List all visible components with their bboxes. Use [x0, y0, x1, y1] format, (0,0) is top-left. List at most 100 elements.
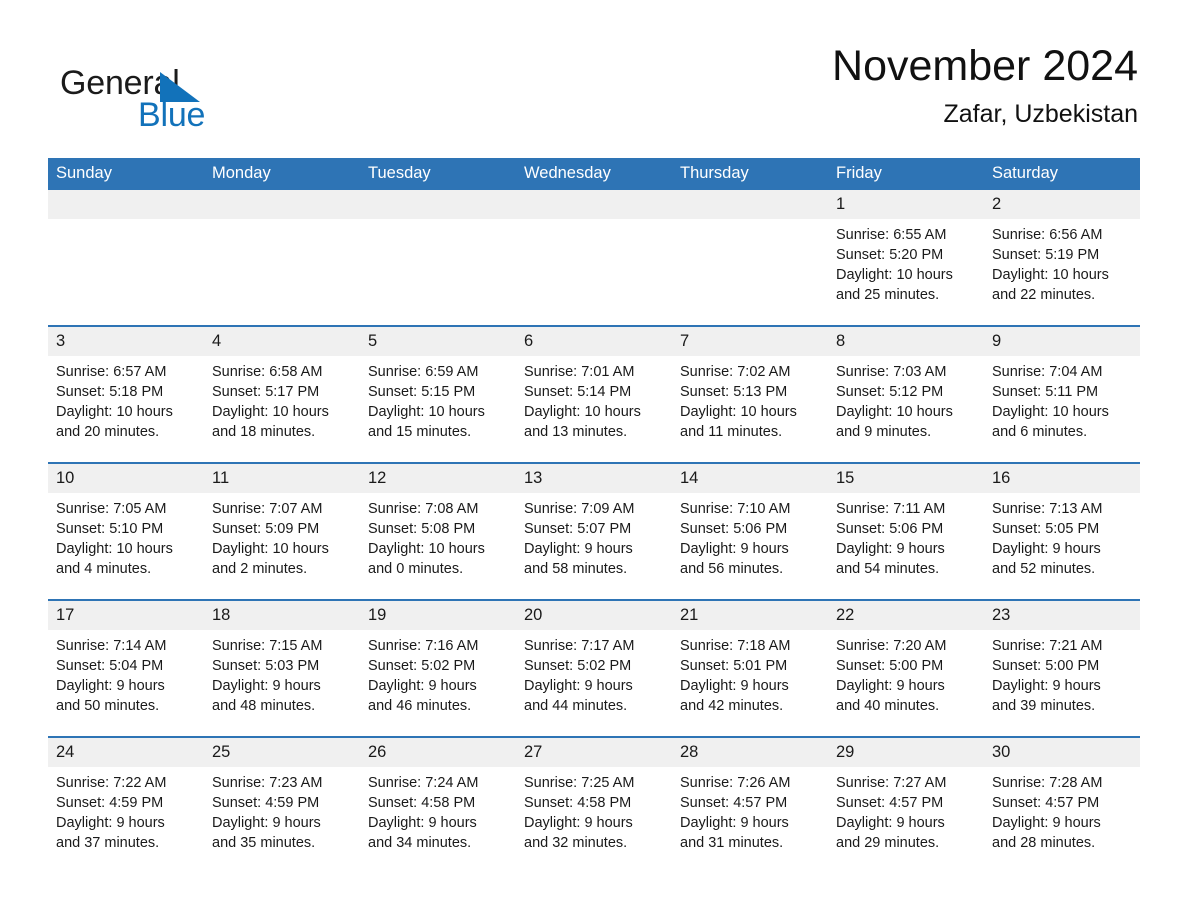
daylight-duration-line1: Daylight: 9 hours — [992, 678, 1101, 694]
calendar-day-cell[interactable]: 3 Sunrise: 6:57 AM Sunset: 5:18 PM Daylight… — [48, 325, 204, 463]
calendar-day-cell[interactable]: 21 Sunrise: 7:18 AM Sunset: 5:01 PM Dayligh… — [672, 599, 828, 737]
daylight-duration-line1: Daylight: 10 hours — [56, 404, 173, 420]
calendar-day-cell[interactable]: 4 Sunrise: 6:58 AM Sunset: 5:17 PM Daylight… — [204, 325, 360, 463]
sunset-time: Sunset: 5:19 PM — [992, 247, 1100, 263]
day-number: 10 — [48, 464, 204, 493]
daylight-duration-line2: and 20 minutes. — [56, 424, 160, 440]
sunset-time: Sunset: 5:13 PM — [680, 384, 788, 400]
day-number: 1 — [828, 190, 984, 219]
calendar-day-cell[interactable]: 9 Sunrise: 7:04 AM Sunset: 5:11 PM Daylight… — [984, 325, 1140, 463]
calendar-day-cell[interactable]: 24 Sunrise: 7:22 AM Sunset: 4:59 PM Dayligh… — [48, 736, 204, 873]
day-number: 17 — [48, 601, 204, 630]
daylight-duration-line2: and 9 minutes. — [836, 424, 932, 440]
day-details: Sunrise: 7:25 AM Sunset: 4:58 PM Daylight:… — [516, 767, 672, 853]
calendar-day-cell[interactable]: 10 Sunrise: 7:05 AM Sunset: 5:10 PM Dayligh… — [48, 462, 204, 600]
daylight-duration-line2: and 13 minutes. — [524, 424, 628, 440]
calendar-day-cell[interactable]: 12 Sunrise: 7:08 AM Sunset: 5:08 PM Dayligh… — [360, 462, 516, 600]
daylight-duration-line1: Daylight: 10 hours — [212, 541, 329, 557]
calendar-day-cell[interactable]: 22 Sunrise: 7:20 AM Sunset: 5:00 PM Dayligh… — [828, 599, 984, 737]
day-number: 20 — [516, 601, 672, 630]
sunset-time: Sunset: 5:15 PM — [368, 384, 476, 400]
daylight-duration-line2: and 4 minutes. — [56, 561, 152, 577]
calendar-day-cell[interactable]: 28 Sunrise: 7:26 AM Sunset: 4:57 PM Dayligh… — [672, 736, 828, 873]
calendar-day-cell[interactable]: 15 Sunrise: 7:11 AM Sunset: 5:06 PM Dayligh… — [828, 462, 984, 600]
daylight-duration-line2: and 44 minutes. — [524, 698, 628, 714]
calendar-day-cell[interactable]: 23 Sunrise: 7:21 AM Sunset: 5:00 PM Dayligh… — [984, 599, 1140, 737]
sunrise-sunset-calendar: Sunday Monday Tuesday Wednesday Thursday… — [48, 158, 1140, 873]
daylight-duration-line1: Daylight: 9 hours — [680, 541, 789, 557]
day-number: 22 — [828, 601, 984, 630]
sunrise-time: Sunrise: 7:26 AM — [680, 775, 791, 791]
calendar-day-cell[interactable]: 30 Sunrise: 7:28 AM Sunset: 4:57 PM Dayligh… — [984, 736, 1140, 873]
calendar-day-cell[interactable]: 6 Sunrise: 7:01 AM Sunset: 5:14 PM Daylight… — [516, 325, 672, 463]
calendar-week-row: 10 Sunrise: 7:05 AM Sunset: 5:10 PM Dayligh… — [48, 462, 1140, 600]
calendar-day-cell[interactable]: 13 Sunrise: 7:09 AM Sunset: 5:07 PM Dayligh… — [516, 462, 672, 600]
daylight-duration-line2: and 39 minutes. — [992, 698, 1096, 714]
daylight-duration-line2: and 54 minutes. — [836, 561, 940, 577]
calendar-day-cell[interactable]: 5 Sunrise: 6:59 AM Sunset: 5:15 PM Daylight… — [360, 325, 516, 463]
sunrise-time: Sunrise: 7:28 AM — [992, 775, 1103, 791]
calendar-day-cell-empty — [516, 190, 672, 326]
calendar-day-cell[interactable]: 14 Sunrise: 7:10 AM Sunset: 5:06 PM Dayligh… — [672, 462, 828, 600]
calendar-day-cell-empty — [204, 190, 360, 326]
day-details: Sunrise: 7:27 AM Sunset: 4:57 PM Daylight:… — [828, 767, 984, 853]
sunset-time: Sunset: 5:18 PM — [56, 384, 164, 400]
calendar-day-cell[interactable]: 29 Sunrise: 7:27 AM Sunset: 4:57 PM Dayligh… — [828, 736, 984, 873]
day-details: Sunrise: 7:22 AM Sunset: 4:59 PM Daylight:… — [48, 767, 204, 853]
daylight-duration-line1: Daylight: 10 hours — [524, 404, 641, 420]
sunset-time: Sunset: 5:02 PM — [368, 658, 476, 674]
day-details: Sunrise: 7:05 AM Sunset: 5:10 PM Daylight:… — [48, 493, 204, 579]
location-subtitle: Zafar, Uzbekistan — [943, 100, 1138, 128]
daylight-duration-line2: and 50 minutes. — [56, 698, 160, 714]
calendar-week-row: 24 Sunrise: 7:22 AM Sunset: 4:59 PM Dayligh… — [48, 736, 1140, 873]
daylight-duration-line1: Daylight: 9 hours — [368, 678, 477, 694]
day-number: 19 — [360, 601, 516, 630]
day-number: 24 — [48, 738, 204, 767]
calendar-day-cell[interactable]: 17 Sunrise: 7:14 AM Sunset: 5:04 PM Dayligh… — [48, 599, 204, 737]
calendar-week-row: 17 Sunrise: 7:14 AM Sunset: 5:04 PM Dayligh… — [48, 599, 1140, 737]
calendar-day-cell[interactable]: 27 Sunrise: 7:25 AM Sunset: 4:58 PM Dayligh… — [516, 736, 672, 873]
daylight-duration-line1: Daylight: 10 hours — [368, 541, 485, 557]
day-details: Sunrise: 7:24 AM Sunset: 4:58 PM Daylight:… — [360, 767, 516, 853]
day-details: Sunrise: 7:13 AM Sunset: 5:05 PM Daylight:… — [984, 493, 1140, 579]
daylight-duration-line2: and 35 minutes. — [212, 835, 316, 851]
day-number: 9 — [984, 327, 1140, 356]
sunset-time: Sunset: 4:57 PM — [992, 795, 1100, 811]
day-number: 2 — [984, 190, 1140, 219]
calendar-day-cell[interactable]: 26 Sunrise: 7:24 AM Sunset: 4:58 PM Dayligh… — [360, 736, 516, 873]
weekday-header-wednesday: Wednesday — [516, 158, 672, 190]
calendar-day-cell[interactable]: 19 Sunrise: 7:16 AM Sunset: 5:02 PM Dayligh… — [360, 599, 516, 737]
calendar-day-cell[interactable]: 18 Sunrise: 7:15 AM Sunset: 5:03 PM Dayligh… — [204, 599, 360, 737]
sunrise-time: Sunrise: 7:25 AM — [524, 775, 635, 791]
daylight-duration-line1: Daylight: 9 hours — [56, 678, 165, 694]
sunrise-time: Sunrise: 7:02 AM — [680, 364, 791, 380]
calendar-week-row: 1 Sunrise: 6:55 AM Sunset: 5:20 PM Daylight… — [48, 190, 1140, 326]
calendar-day-cell[interactable]: 16 Sunrise: 7:13 AM Sunset: 5:05 PM Dayligh… — [984, 462, 1140, 600]
day-number: 12 — [360, 464, 516, 493]
sunset-time: Sunset: 4:59 PM — [56, 795, 164, 811]
calendar-day-cell[interactable]: 1 Sunrise: 6:55 AM Sunset: 5:20 PM Daylight… — [828, 190, 984, 326]
calendar-day-cell[interactable]: 11 Sunrise: 7:07 AM Sunset: 5:09 PM Dayligh… — [204, 462, 360, 600]
sunrise-time: Sunrise: 7:24 AM — [368, 775, 479, 791]
calendar-day-cell[interactable]: 25 Sunrise: 7:23 AM Sunset: 4:59 PM Dayligh… — [204, 736, 360, 873]
sunrise-time: Sunrise: 6:59 AM — [368, 364, 479, 380]
sunset-time: Sunset: 5:06 PM — [836, 521, 944, 537]
sunset-time: Sunset: 5:00 PM — [836, 658, 944, 674]
generalblue-logo[interactable]: General Blue — [60, 54, 290, 134]
sunrise-time: Sunrise: 7:17 AM — [524, 638, 635, 654]
calendar-day-cell[interactable]: 7 Sunrise: 7:02 AM Sunset: 5:13 PM Daylight… — [672, 325, 828, 463]
day-number — [48, 190, 204, 219]
day-details: Sunrise: 7:02 AM Sunset: 5:13 PM Daylight:… — [672, 356, 828, 442]
calendar-day-cell[interactable]: 20 Sunrise: 7:17 AM Sunset: 5:02 PM Dayligh… — [516, 599, 672, 737]
calendar-day-cell[interactable]: 8 Sunrise: 7:03 AM Sunset: 5:12 PM Daylight… — [828, 325, 984, 463]
daylight-duration-line2: and 18 minutes. — [212, 424, 316, 440]
day-number: 4 — [204, 327, 360, 356]
page-title: November 2024 — [832, 42, 1138, 90]
calendar-day-cell[interactable]: 2 Sunrise: 6:56 AM Sunset: 5:19 PM Daylight… — [984, 190, 1140, 326]
day-details: Sunrise: 6:56 AM Sunset: 5:19 PM Daylight:… — [984, 219, 1140, 305]
sunrise-time: Sunrise: 7:08 AM — [368, 501, 479, 517]
day-details: Sunrise: 7:09 AM Sunset: 5:07 PM Daylight:… — [516, 493, 672, 579]
sunrise-time: Sunrise: 6:56 AM — [992, 227, 1103, 243]
sunrise-time: Sunrise: 7:18 AM — [680, 638, 791, 654]
daylight-duration-line2: and 58 minutes. — [524, 561, 628, 577]
